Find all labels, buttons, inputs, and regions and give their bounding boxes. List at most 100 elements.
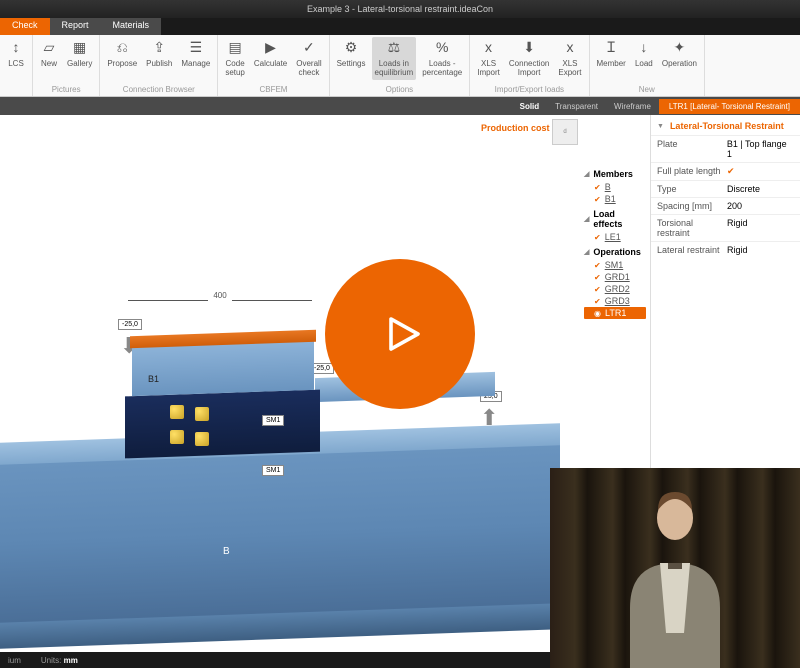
tree-item-ltr1[interactable]: ◉LTR1 [584, 307, 646, 319]
ribbon-member[interactable]: ＩMember [594, 37, 629, 71]
ribbon-group: ▤Code setup▶Calculate✓Overall checkCBFEM [218, 35, 329, 96]
loads --icon: % [433, 39, 451, 57]
tree-item-label: B [605, 182, 611, 192]
prop-row[interactable]: Lateral restraintRigid [651, 241, 800, 258]
view-modes: Solid Transparent Wireframe [512, 99, 659, 114]
ribbon-item-label: XLS Export [558, 60, 581, 78]
tree-item-label: GRD2 [605, 284, 630, 294]
ribbon-overall-check[interactable]: ✓Overall check [293, 37, 324, 80]
play-button[interactable] [325, 259, 475, 409]
view-transparent[interactable]: Transparent [547, 99, 606, 114]
tree-item-label: GRD3 [605, 296, 630, 306]
tree-item-label: LTR1 [605, 308, 626, 318]
prop-key: Plate [657, 139, 727, 159]
selection-pill: LTR1 [Lateral- Torsional Restraint] [659, 99, 800, 114]
manage-icon: ☰ [187, 39, 205, 57]
ribbon-group-label: Import/Export loads [474, 83, 584, 94]
ribbon-xls-export[interactable]: xXLS Export [555, 37, 584, 80]
tab-check[interactable]: Check [0, 18, 50, 35]
tree-item-grd2[interactable]: ✔GRD2 [584, 283, 646, 295]
ribbon-code-setup[interactable]: ▤ Code setup [222, 37, 248, 80]
ribbon-operation[interactable]: ✦Operation [659, 37, 700, 71]
tree-item-grd1[interactable]: ✔ GRD1 [584, 271, 646, 283]
viewport-3d[interactable]: Production cost - 6 € d 400 -25,0 -25,0 … [0, 115, 580, 652]
bolt-icon [195, 432, 209, 446]
status-units: Units: mm [41, 656, 78, 665]
tree-item-le1[interactable]: ✔LE1 [584, 231, 646, 243]
ribbon-item-label: Manage [181, 60, 210, 69]
ribbon-manage[interactable]: ☰ Manage [178, 37, 213, 71]
propose-icon: ⎌ [113, 39, 131, 57]
ribbon-propose[interactable]: ⎌Propose [104, 37, 140, 71]
overall-icon: ✓ [300, 39, 318, 57]
chevron-down-icon: ◢ [584, 248, 589, 256]
ribbon-item-label: New [41, 60, 57, 69]
ribbon-group-label: New [594, 83, 700, 94]
tree-head[interactable]: ◢Load effects [584, 209, 646, 229]
prop-row[interactable]: Full plate length✔ [651, 162, 800, 180]
view-wireframe[interactable]: Wireframe [606, 99, 659, 114]
prop-row[interactable]: Torsional restraintRigid [651, 214, 800, 241]
ribbon-loads-in-equilibrium[interactable]: ⚖Loads in equilibrium [372, 37, 417, 80]
tree-item-label: B1 [605, 194, 616, 204]
ribbon-item-label: Loads in equilibrium [375, 60, 414, 78]
prop-value: 200 [727, 201, 742, 211]
window-title: Example 3 - Lateral-torsional restraint.… [307, 4, 493, 14]
chevron-down-icon: ▼ [657, 123, 664, 130]
code-icon: ▤ [226, 39, 244, 57]
ribbon-calculate[interactable]: ▶Calculate [251, 37, 290, 71]
chevron-down-icon: ◢ [584, 170, 589, 178]
tab-materials[interactable]: Materials [101, 18, 162, 35]
tree-item-b1[interactable]: ✔ B1 [584, 193, 646, 205]
prop-key: Lateral restraint [657, 245, 727, 255]
presenter-silhouette [610, 478, 740, 668]
ribbon-group-label: Options [334, 83, 466, 94]
prop-value: ✔ [727, 166, 735, 177]
tree-item-label: GRD1 [605, 272, 630, 282]
ribbon-item-label: Load [635, 60, 653, 69]
ribbon-group-label: Pictures [37, 83, 95, 94]
tag-m25a: -25,0 [118, 319, 142, 330]
ribbon-item-label: XLS Import [477, 60, 500, 78]
bolt-icon [170, 405, 184, 419]
prop-key: Spacing [mm] [657, 201, 727, 211]
prop-key: Torsional restraint [657, 218, 727, 238]
ribbon-new[interactable]: ▱New [37, 37, 61, 71]
ribbon-group: ⎌Propose⇪Publish☰ManageConnection Browse… [100, 35, 218, 96]
ribbon-item-label: Member [597, 60, 626, 69]
check-icon: ✔ [594, 261, 601, 270]
tree-item-sm1[interactable]: ✔SM1 [584, 259, 646, 271]
ribbon-load[interactable]: ↓Load [632, 37, 656, 71]
ribbon-item-label: Settings [337, 60, 366, 69]
ribbon-gallery[interactable]: ▦Gallery [64, 37, 95, 71]
ribbon-loads-percentage[interactable]: %Loads - percentage [419, 37, 465, 80]
prop-key: Full plate length [657, 166, 727, 177]
model-render: 400 -25,0 -25,0 25,0 ⬇ ⬆ B1 SM1 SM1 B [0, 255, 560, 652]
view-cube[interactable]: d [552, 119, 578, 145]
ribbon-connection-import[interactable]: ⬇Connection Import [506, 37, 552, 80]
props-head[interactable]: ▼ Lateral-Torsional Restraint [651, 115, 800, 135]
connection-icon: ⬇ [520, 39, 538, 57]
prop-value: B1 | Top flange 1 [727, 139, 794, 159]
prop-row[interactable]: PlateB1 | Top flange 1 [651, 135, 800, 162]
tree-head[interactable]: ◢Operations [584, 247, 646, 257]
check-icon: ✔ [594, 233, 601, 242]
tab-report[interactable]: Report [50, 18, 101, 35]
tree-item-b[interactable]: ✔B [584, 181, 646, 193]
tree-item-grd3[interactable]: ✔GRD3 [584, 295, 646, 307]
tag-b: B [220, 545, 233, 558]
prop-row[interactable]: Spacing [mm]200 [651, 197, 800, 214]
ribbon-xls-import[interactable]: xXLS Import [474, 37, 503, 80]
check-icon: ✔ [594, 195, 601, 204]
check-icon: ✔ [594, 273, 601, 282]
ribbon-settings[interactable]: ⚙Settings [334, 37, 369, 71]
ribbon-group: ⚙Settings⚖Loads in equilibrium%Loads - p… [330, 35, 471, 96]
ribbon-group: xXLS Import⬇Connection ImportxXLS Export… [470, 35, 589, 96]
tree-head[interactable]: ◢Members [584, 169, 646, 179]
ribbon-item-label: Code setup [225, 60, 245, 78]
ribbon-lcs[interactable]: ↕LCS [4, 37, 28, 71]
prop-row[interactable]: TypeDiscrete [651, 180, 800, 197]
bolt-icon [170, 430, 184, 444]
ribbon-publish[interactable]: ⇪Publish [143, 37, 175, 71]
view-solid[interactable]: Solid [512, 99, 548, 114]
